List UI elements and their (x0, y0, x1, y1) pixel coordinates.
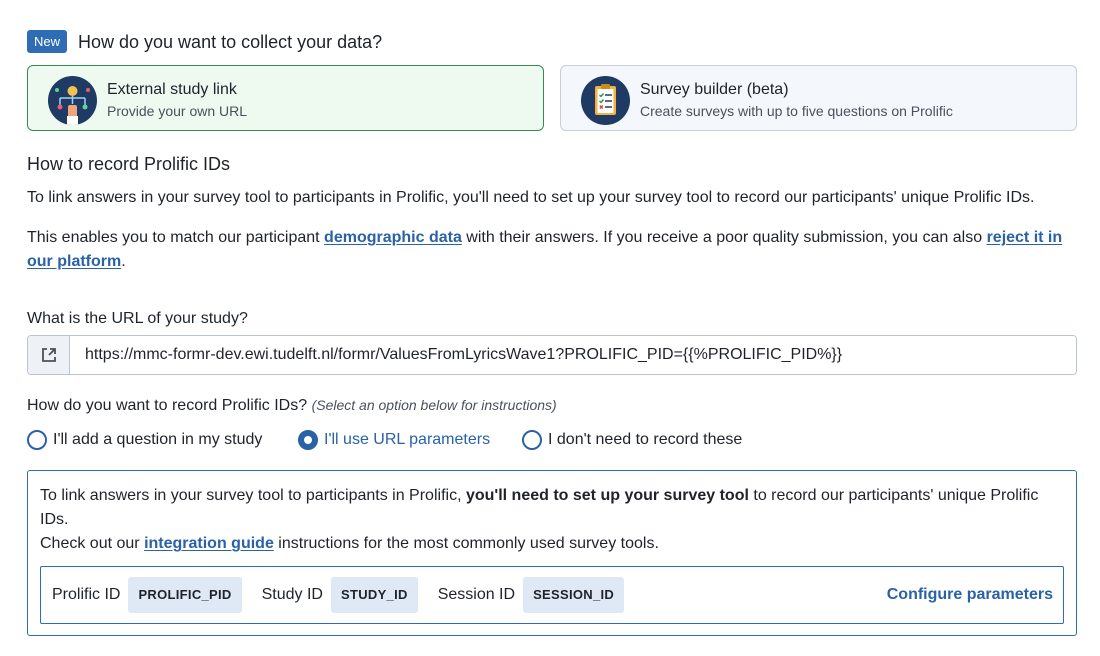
record-ids-explanation: This enables you to match our participan… (27, 226, 1077, 274)
radio-label[interactable]: I'll use URL parameters (324, 431, 490, 449)
external-link-illustration-icon (48, 76, 97, 125)
para-text: with their answers. If you receive a poo… (461, 229, 987, 246)
study-id-label: Study ID (261, 586, 323, 603)
radio-url-parameters[interactable]: I'll use URL parameters (298, 427, 490, 453)
configure-parameters-button[interactable]: Configure parameters (887, 586, 1053, 604)
record-method-hint: (Select an option below for instructions… (311, 397, 557, 413)
record-method-label: How do you want to record Prolific IDs? (27, 397, 308, 414)
prolific-id-label: Prolific ID (52, 586, 121, 603)
radio-button[interactable] (522, 430, 542, 450)
info-text-bold: you'll need to set up your survey tool (465, 487, 749, 504)
info-text-part: instructions for the most commonly used … (273, 535, 659, 552)
external-study-link-card[interactable]: External study link Provide your own URL (27, 65, 544, 131)
study-id-chip: STUDY_ID (330, 577, 418, 613)
external-study-link-title: External study link (107, 81, 237, 98)
parameters-row: Prolific ID PROLIFIC_PID Study ID STUDY_… (40, 566, 1064, 624)
survey-builder-card[interactable]: Survey builder (beta) Create surveys wit… (560, 65, 1077, 131)
survey-builder-title: Survey builder (beta) (640, 81, 789, 98)
radio-button[interactable] (27, 430, 47, 450)
prolific-id-chip: PROLIFIC_PID (128, 577, 242, 613)
para-text: . (121, 253, 126, 270)
study-url-input[interactable] (70, 336, 1076, 374)
clipboard-checklist-icon (581, 76, 630, 125)
radio-button-selected[interactable] (298, 430, 318, 450)
info-text-part: Check out our (40, 535, 145, 552)
collect-data-title: How do you want to collect your data? (78, 32, 383, 52)
radio-no-record[interactable]: I don't need to record these (522, 427, 742, 453)
record-ids-intro: To link answers in your survey tool to p… (27, 189, 1035, 206)
integration-guide-link[interactable]: integration guide (144, 535, 274, 552)
session-id-label: Session ID (437, 586, 516, 603)
survey-builder-subtitle: Create surveys with up to five questions… (640, 103, 953, 119)
study-url-label: What is the URL of your study? (27, 310, 248, 327)
new-badge: New (27, 30, 68, 53)
record-method-question: How do you want to record Prolific IDs? … (27, 395, 557, 416)
radio-add-question[interactable]: I'll add a question in my study (27, 427, 262, 453)
radio-label[interactable]: I don't need to record these (548, 431, 742, 449)
info-text: To link answers in your survey tool to p… (40, 484, 1060, 556)
info-text-part: To link answers in your survey tool to p… (40, 487, 466, 504)
session-id-chip: SESSION_ID (523, 577, 625, 613)
radio-label[interactable]: I'll add a question in my study (53, 431, 262, 449)
external-study-link-subtitle: Provide your own URL (107, 103, 248, 119)
demographic-data-link[interactable]: demographic data (324, 229, 462, 246)
external-link-icon[interactable] (28, 336, 70, 374)
url-parameters-info-box: To link answers in your survey tool to p… (27, 470, 1077, 636)
study-url-field (27, 335, 1077, 375)
para-text: This enables you to match our participan… (27, 229, 325, 246)
record-ids-heading: How to record Prolific IDs (27, 154, 231, 174)
